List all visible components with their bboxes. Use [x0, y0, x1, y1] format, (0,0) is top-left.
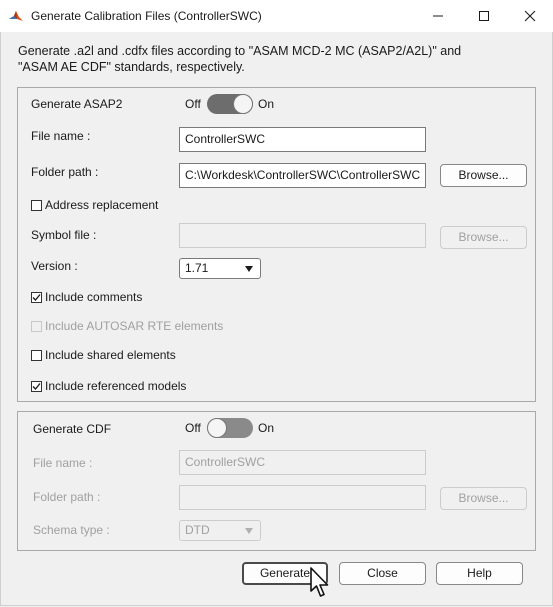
description-line-2: "ASAM AE CDF" standards, respectively.: [18, 60, 245, 74]
symbol-browse-button[interactable]: Browse...: [440, 226, 527, 249]
schema-type-select[interactable]: DTD: [179, 520, 261, 541]
matlab-logo-icon: [8, 8, 24, 24]
schema-type-value: DTD: [185, 523, 210, 537]
mouse-pointer-icon: [310, 567, 330, 601]
include-autosar-checkbox[interactable]: [31, 321, 42, 332]
symbol-file-label: Symbol file :: [31, 228, 97, 242]
version-select[interactable]: 1.71: [179, 258, 261, 279]
include-comments-label: Include comments: [45, 290, 143, 304]
cdf-toggle-on-label: On: [258, 421, 275, 435]
help-button[interactable]: Help: [436, 562, 523, 585]
schema-type-label: Schema type :: [33, 523, 110, 537]
close-icon: [524, 10, 536, 22]
cdf-toggle-off-label: Off: [185, 421, 201, 435]
cdf-toggle-knob: [207, 418, 227, 438]
symbol-file-input[interactable]: [179, 223, 426, 248]
include-referenced-label: Include referenced models: [45, 379, 187, 393]
close-window-button[interactable]: [507, 0, 553, 32]
include-referenced-checkbox[interactable]: [31, 381, 42, 392]
asap2-toggle-off-label: Off: [185, 97, 201, 111]
asap2-header: Generate ASAP2: [31, 97, 123, 111]
minimize-button[interactable]: [415, 0, 461, 32]
cdf-file-name-label: File name :: [33, 456, 93, 470]
include-shared-checkbox[interactable]: [31, 350, 42, 361]
asap2-file-name-label: File name :: [31, 129, 91, 143]
chevron-down-icon: [245, 528, 253, 534]
asap2-toggle[interactable]: [207, 94, 253, 114]
cdf-header: Generate CDF: [33, 422, 112, 436]
asap2-folder-path-input[interactable]: C:\Workdesk\ControllerSWC\ControllerSWC: [179, 163, 426, 188]
cdf-folder-path-label: Folder path :: [33, 490, 101, 504]
cdf-folder-path-input[interactable]: [179, 485, 426, 510]
cdf-file-name-input[interactable]: ControllerSWC: [179, 450, 426, 475]
address-replacement-checkbox[interactable]: [31, 200, 42, 211]
close-button[interactable]: Close: [339, 562, 426, 585]
asap2-browse-button[interactable]: Browse...: [440, 164, 527, 187]
asap2-folder-path-label: Folder path :: [31, 165, 99, 179]
cdf-toggle[interactable]: [207, 418, 253, 438]
include-autosar-label: Include AUTOSAR RTE elements: [45, 319, 224, 333]
version-label: Version :: [31, 259, 78, 273]
asap2-file-name-input[interactable]: ControllerSWC: [179, 127, 426, 152]
description-line-1: Generate .a2l and .cdfx files according …: [18, 44, 462, 58]
minimize-icon: [433, 15, 443, 17]
address-replacement-label: Address replacement: [45, 198, 159, 212]
asap2-toggle-on-label: On: [258, 97, 275, 111]
asap2-toggle-knob: [233, 94, 253, 114]
chevron-down-icon: [245, 266, 253, 272]
cdf-browse-button[interactable]: Browse...: [440, 487, 527, 510]
version-value: 1.71: [185, 261, 209, 275]
include-shared-label: Include shared elements: [45, 348, 176, 362]
maximize-icon: [479, 11, 489, 21]
checkmark-icon: [32, 294, 41, 301]
checkmark-icon: [32, 383, 41, 390]
maximize-button[interactable]: [461, 0, 507, 32]
window-title: Generate Calibration Files (ControllerSW…: [31, 9, 262, 23]
include-comments-checkbox[interactable]: [31, 292, 42, 303]
